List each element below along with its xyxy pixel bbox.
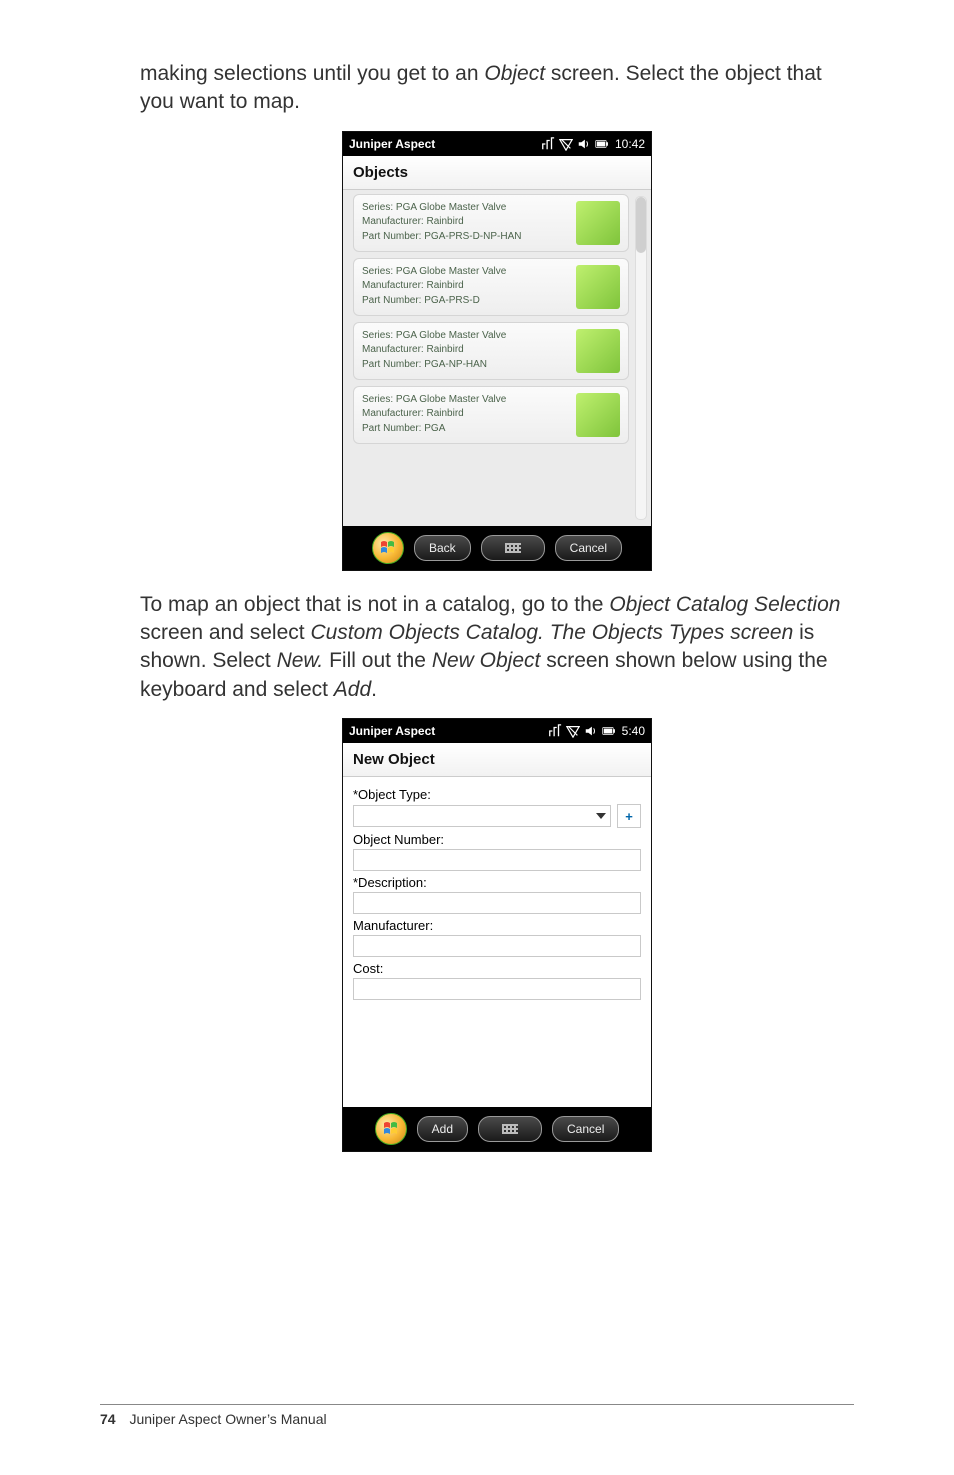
status-bar: Juniper Aspect 10:42	[343, 132, 651, 156]
description-input[interactable]	[353, 892, 641, 914]
list-item[interactable]: Series: PGA Globe Master Valve Manufactu…	[353, 194, 629, 252]
text: making selections until you get to an	[140, 62, 484, 85]
list-item-manufacturer: Manufacturer: Rainbird	[362, 343, 568, 358]
label-cost: Cost:	[353, 961, 641, 976]
page-title: New Object	[343, 743, 651, 777]
list-item-partnumber: Part Number: PGA-PRS-D	[362, 294, 568, 309]
label-description: *Description:	[353, 875, 641, 890]
label-manufacturer: Manufacturer:	[353, 918, 641, 933]
text: screen and select	[140, 621, 310, 644]
text-italic: Add	[334, 678, 371, 701]
list-item-series: Series: PGA Globe Master Valve	[362, 265, 568, 280]
cost-input[interactable]	[353, 978, 641, 1000]
cancel-button[interactable]: Cancel	[555, 535, 622, 561]
objects-list: Series: PGA Globe Master Valve Manufactu…	[343, 190, 651, 526]
list-item-thumbnail	[576, 201, 620, 245]
label-object-type: *Object Type:	[353, 787, 641, 802]
list-item-manufacturer: Manufacturer: Rainbird	[362, 407, 568, 422]
list-item-series: Series: PGA Globe Master Valve	[362, 329, 568, 344]
start-button[interactable]	[375, 1113, 407, 1145]
signal-icon	[559, 137, 573, 151]
battery-icon	[595, 137, 609, 151]
clock: 5:40	[622, 724, 645, 738]
list-item[interactable]: Series: PGA Globe Master Valve Manufactu…	[353, 258, 629, 316]
list-item-manufacturer: Manufacturer: Rainbird	[362, 215, 568, 230]
text: To map an object that is not in a catalo…	[140, 593, 609, 616]
page-number: 74	[100, 1411, 116, 1427]
list-item-thumbnail	[576, 393, 620, 437]
scrollbar[interactable]	[635, 196, 647, 520]
clock: 10:42	[615, 137, 645, 151]
list-item-partnumber: Part Number: PGA	[362, 422, 568, 437]
text: Fill out the	[323, 649, 432, 672]
battery-icon	[602, 724, 616, 738]
back-button[interactable]: Back	[414, 535, 471, 561]
object-type-select[interactable]	[353, 805, 611, 827]
list-item[interactable]: Series: PGA Globe Master Valve Manufactu…	[353, 322, 629, 380]
object-number-input[interactable]	[353, 849, 641, 871]
start-button[interactable]	[372, 532, 404, 564]
text: .	[371, 678, 377, 701]
text-italic: New Object	[432, 649, 541, 672]
signal-icon	[566, 724, 580, 738]
text-italic: Object	[484, 62, 545, 85]
list-item-partnumber: Part Number: PGA-NP-HAN	[362, 358, 568, 373]
page-footer: 74 Juniper Aspect Owner’s Manual	[100, 1404, 854, 1427]
list-item-series: Series: PGA Globe Master Valve	[362, 201, 568, 216]
keyboard-button[interactable]	[478, 1116, 542, 1142]
chevron-down-icon	[596, 813, 606, 819]
windows-flag-icon	[383, 1122, 399, 1136]
volume-icon	[584, 724, 598, 738]
connectivity-icon	[548, 724, 562, 738]
status-icons	[541, 137, 609, 151]
app-title: Juniper Aspect	[349, 137, 435, 151]
manufacturer-input[interactable]	[353, 935, 641, 957]
keyboard-icon	[505, 543, 521, 553]
scrollbar-thumb[interactable]	[636, 197, 646, 253]
cancel-button[interactable]: Cancel	[552, 1116, 619, 1142]
keyboard-button[interactable]	[481, 535, 545, 561]
volume-icon	[577, 137, 591, 151]
list-item[interactable]: Series: PGA Globe Master Valve Manufactu…	[353, 386, 629, 444]
list-item-thumbnail	[576, 329, 620, 373]
list-item-manufacturer: Manufacturer: Rainbird	[362, 279, 568, 294]
label-object-number: Object Number:	[353, 832, 641, 847]
text-italic: Custom Objects Catalog. The Objects Type…	[310, 621, 793, 644]
list-item-series: Series: PGA Globe Master Valve	[362, 393, 568, 408]
bottom-bar: Back Cancel	[343, 526, 651, 570]
connectivity-icon	[541, 137, 555, 151]
status-icons	[548, 724, 616, 738]
app-title: Juniper Aspect	[349, 724, 435, 738]
bottom-bar: Add Cancel	[343, 1107, 651, 1151]
keyboard-icon	[502, 1124, 518, 1134]
add-button[interactable]: Add	[417, 1116, 468, 1142]
device-screenshot-new-object: Juniper Aspect 5:40	[342, 718, 652, 1152]
add-type-button[interactable]: +	[617, 804, 641, 828]
page-title: Objects	[343, 156, 651, 190]
list-item-partnumber: Part Number: PGA-PRS-D-NP-HAN	[362, 230, 568, 245]
text-italic: New.	[277, 649, 324, 672]
status-bar: Juniper Aspect 5:40	[343, 719, 651, 743]
text-italic: Object Catalog Selection	[609, 593, 840, 616]
manual-title: Juniper Aspect Owner’s Manual	[129, 1411, 326, 1427]
list-item-thumbnail	[576, 265, 620, 309]
windows-flag-icon	[380, 541, 396, 555]
paragraph-2: To map an object that is not in a catalo…	[140, 591, 854, 704]
device-screenshot-objects: Juniper Aspect 10:42	[342, 131, 652, 571]
new-object-form: *Object Type: + Object Number: *Descript…	[343, 777, 651, 1107]
paragraph-1: making selections until you get to an Ob…	[140, 60, 854, 117]
